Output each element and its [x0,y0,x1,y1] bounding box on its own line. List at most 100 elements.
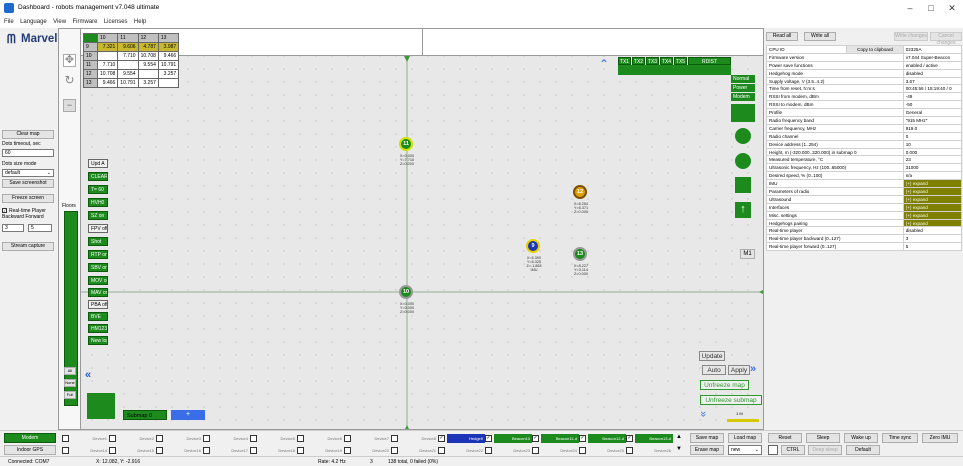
device-checkbox[interactable] [156,435,163,443]
zoom-all-button[interactable]: All [64,367,76,375]
device-item[interactable]: Device21 [391,446,438,455]
rdist-tab[interactable]: RDIST [688,57,731,65]
tx2-tab[interactable]: TX2 [632,57,645,65]
device-item[interactable]: Device18 [250,446,297,455]
param-value[interactable]: (+) expand [902,202,963,212]
device-checkbox[interactable] [344,435,351,443]
fpv-button[interactable]: FPV off [88,224,108,233]
device-checkbox[interactable]: ✓ [485,435,492,443]
clear-map-button[interactable]: Clear map [2,130,54,139]
beacon-11[interactable]: 11 [399,137,413,151]
param-row[interactable]: RSSI from modem, dBm -49 [766,92,963,102]
rtp-button[interactable]: RTP on [88,250,108,259]
menu-file[interactable]: File [4,19,14,25]
rotate-icon[interactable]: ↻ [63,74,76,87]
device-checkbox[interactable] [391,435,398,443]
menu-view[interactable]: View [53,19,66,25]
clear-button[interactable]: CLEAR [88,172,108,181]
device-checkbox[interactable] [579,447,586,455]
move-icon[interactable]: ✥ [63,54,76,67]
param-row[interactable]: Power save functions enabled / active [766,60,963,70]
device-checkbox[interactable] [297,435,304,443]
device-item[interactable]: Device14 [62,446,109,455]
param-row[interactable]: Time from reset, h:m:s 00:45:56 / 15:19:4… [766,84,963,94]
collapse-up-icon[interactable]: ⌃ [599,57,609,71]
mov-button[interactable]: MOV on [88,276,108,285]
tx1-tab[interactable]: TX1 [618,57,631,65]
param-value[interactable]: v7.044 Super-Beacon [902,52,963,62]
device-checkbox[interactable] [485,447,492,455]
tx3-tab[interactable]: TX3 [646,57,659,65]
param-row[interactable]: Hedgehog mode disabled [766,68,963,78]
device-checkbox[interactable] [250,447,257,455]
param-row[interactable]: Parameters of radio (+) expand [766,187,963,196]
param-row[interactable]: Ultrasonic frequency, Hz (100..65000) 310… [766,163,963,173]
param-row[interactable]: Firmware version v7.044 Super-Beacon [766,52,963,62]
device-item[interactable]: Device1 [62,434,109,443]
zero-imu-button[interactable]: Zero IMU [922,433,958,443]
param-value[interactable]: "915 MHz" [902,116,963,125]
device-checkbox[interactable] [109,447,116,455]
param-value[interactable]: 0 [902,131,963,141]
time-sync-button[interactable]: Time sync [882,433,918,443]
param-row[interactable]: Ultrasound (+) expand [766,194,963,204]
device-item[interactable]: Device2 [109,434,156,443]
device-checkbox[interactable]: ✓ [532,435,539,443]
param-row[interactable]: Real-time player backward (0..127) 3 [766,234,963,244]
param-value[interactable]: (+) expand [902,218,963,228]
device-item[interactable]: Device19 [297,446,344,455]
expand-down-icon[interactable]: » [697,411,709,417]
deep-sleep-button[interactable]: Deep sleep [808,445,842,455]
device-item[interactable]: Device6 [297,434,344,443]
device-item[interactable]: Device3 [156,434,203,443]
param-row[interactable]: Carrier frequency, MHz 919.0 [766,123,963,133]
pba-button[interactable]: PBA off [88,300,108,309]
device-item[interactable]: Device22 [438,446,485,455]
arrows-block-icon[interactable] [731,104,755,122]
param-value[interactable]: -49 [902,92,963,102]
sleep-button[interactable]: Sleep [806,433,840,443]
param-row[interactable]: Supply voltage, V (3.5..4.2) 3.67 [766,76,963,86]
device-checkbox[interactable] [626,447,633,455]
param-value[interactable]: 10 [902,139,963,149]
upd-a-button[interactable]: Upd A [88,159,108,168]
add-submap-button[interactable]: + [171,410,205,420]
scroll-up-icon[interactable]: ▲ [676,434,682,440]
shot-button[interactable]: Shot [88,237,108,246]
default-button[interactable]: Default [846,445,880,455]
write-all-button[interactable]: Write all [804,32,836,41]
map-canvas[interactable]: ✥ ↻ − Floors All None Full 10 11 12 13 9… [58,28,764,430]
device-item[interactable]: Device26 [626,446,673,455]
param-value[interactable]: (+) expand [902,187,963,196]
device-item[interactable]: Device5 [250,434,297,443]
param-value[interactable]: 3.67 [902,76,963,86]
dots-size-select[interactable]: default ⌄ [2,169,54,177]
update-button[interactable]: Update [699,351,725,361]
menu-help[interactable]: Help [134,19,146,25]
minimize-button[interactable]: – [900,3,920,13]
save-screenshot-button[interactable]: Save screenshot [2,179,54,188]
close-button[interactable]: ✕ [942,3,962,14]
param-value[interactable]: disabled [902,68,963,78]
dots-timeout-input[interactable]: 60 [2,149,54,157]
read-all-button[interactable]: Read all [766,32,798,41]
device-item[interactable]: Device4 [203,434,250,443]
param-value[interactable]: (+) expand [902,210,963,220]
arrow-up-icon[interactable]: ↑ [735,202,751,218]
device-item[interactable]: ✓ Hedge9 [438,434,485,443]
sbv-button[interactable]: SBV on [88,263,108,272]
add-circle-icon[interactable] [735,128,751,144]
beacon-10[interactable]: 10 [399,285,413,299]
device-checkbox[interactable] [391,447,398,455]
ctrl-button[interactable]: CTRL [781,445,805,455]
param-value[interactable]: disabled [902,226,963,236]
unfreeze-map-button[interactable]: Unfreeze map [700,380,749,390]
param-row[interactable]: Real-time player disabled [766,226,963,236]
device-item[interactable]: Device7 [344,434,391,443]
param-value[interactable]: 23 [902,155,963,165]
erase-map-button[interactable]: Erase map [690,445,724,455]
device-checkbox[interactable] [250,435,257,443]
device-checkbox[interactable] [156,447,163,455]
cancel-changes-button[interactable]: Cancel changes [930,32,962,46]
param-row[interactable]: CPU ID Copy to clipboard 02325A [765,45,963,54]
